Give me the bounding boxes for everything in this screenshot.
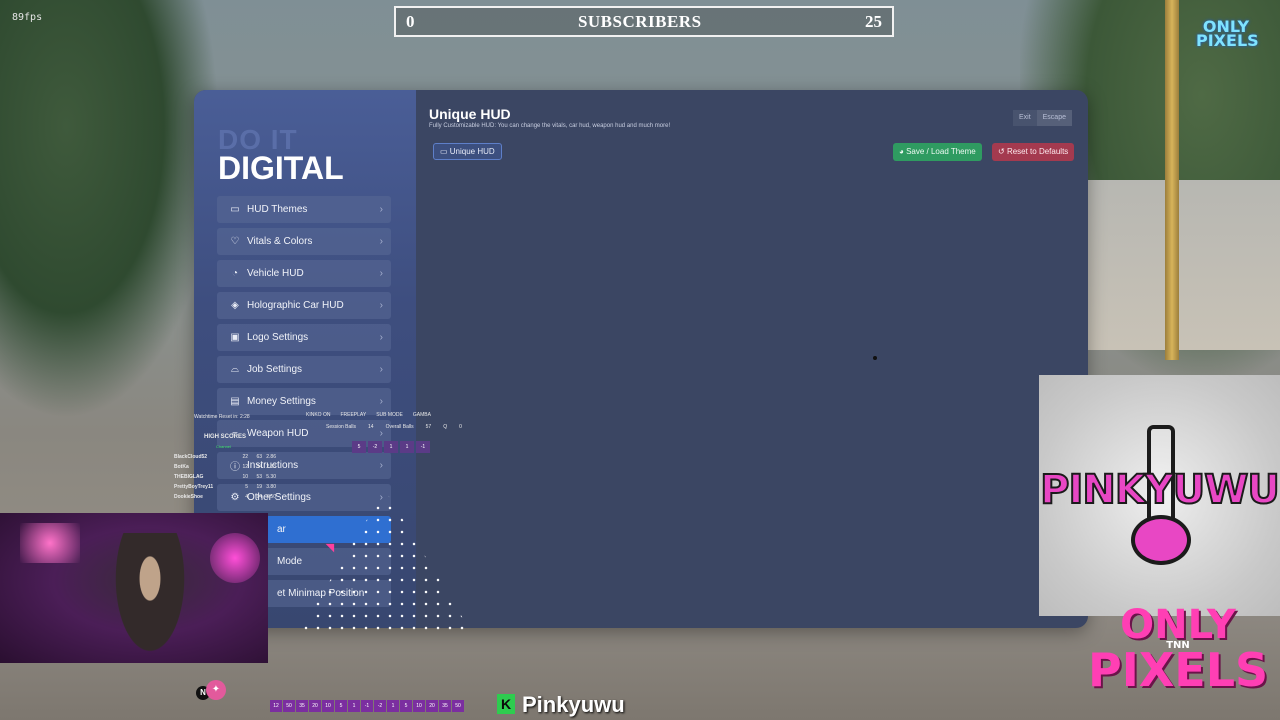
- sidebar-item-label: Vitals & Colors: [247, 236, 313, 247]
- sidebar-item-vehicle-hud[interactable]: ◔ Vehicle HUD ›: [217, 260, 391, 287]
- subscribers-current: 0: [406, 11, 415, 31]
- fps-counter: 89fps: [12, 12, 43, 23]
- q-value: 0: [459, 424, 462, 430]
- score-chip: -2: [368, 441, 382, 453]
- crosshair-dot: [873, 356, 877, 360]
- neon-light: [20, 523, 80, 563]
- tab-unique-hud[interactable]: ▭ Unique HUD: [433, 143, 502, 160]
- page-subtitle: Fully Customizable HUD: You can change t…: [429, 123, 671, 129]
- score-chip: 1: [384, 441, 398, 453]
- page-title: Unique HUD: [429, 106, 511, 122]
- overall-balls-value: 57: [425, 424, 432, 430]
- score-chip: -1: [416, 441, 430, 453]
- table-row: THEBIGLAG 10 53 5.30: [174, 474, 276, 480]
- sidebar-item-hud-themes[interactable]: ▭ HUD Themes ›: [217, 196, 391, 223]
- money-icon: ▤: [230, 396, 240, 407]
- runner-icon: ✦: [206, 680, 226, 700]
- chevron-right-icon: ›: [379, 300, 383, 311]
- pinkyuwu-logo-box: PINKYUWU: [1039, 375, 1280, 616]
- house-right: [1080, 180, 1280, 350]
- kick-icon: K: [497, 694, 515, 714]
- sidebar-item-job-settings[interactable]: ⌓ Job Settings ›: [217, 356, 391, 383]
- table-row: PrettyBoyTrey11 5 19 3.80: [174, 484, 276, 490]
- chevron-right-icon: ›: [379, 268, 383, 279]
- sidebar-item-label: Logo Settings: [247, 332, 309, 343]
- high-scores-channel: Channel: [216, 444, 231, 449]
- table-row: DookieShoe 4 14 3.50: [174, 494, 276, 500]
- chevron-right-icon: ›: [379, 396, 383, 407]
- reset-label: Reset to Defaults: [1006, 147, 1069, 156]
- streamer-figure: [110, 533, 190, 663]
- palette-icon: ◕: [899, 147, 907, 156]
- neon-light: [210, 533, 260, 583]
- subscribers-label: SUBSCRIBERS: [577, 11, 702, 31]
- high-scores-title: HIGH SCORES: [204, 434, 247, 440]
- score-chip: 1: [400, 441, 414, 453]
- gamba-status: GAMBA: [412, 412, 431, 418]
- sidebar-item-label: HUD Themes: [247, 204, 308, 215]
- main-content: Unique HUD Fully Customizable HUD: You c…: [429, 90, 1088, 628]
- high-scores-table: BlackCloud52 22 63 2.86 BotKa 12 34 2.83…: [174, 454, 276, 504]
- only-pixels-corner-logo: ONLY PIXELS: [1196, 17, 1259, 51]
- sidebar-item-label: Holographic Car HUD: [247, 300, 344, 311]
- chevron-right-icon: ›: [379, 332, 383, 343]
- mode-status-row: KINKO ON FREEPLAY SUB MODE GAMBA: [306, 412, 431, 418]
- watchtime-text: Watchtime Reset in: 2:28: [194, 414, 250, 420]
- chevron-right-icon: ›: [379, 236, 383, 247]
- session-balls-value: 14: [368, 424, 374, 430]
- table-row: BlackCloud52 22 63 2.86: [174, 454, 276, 460]
- speedometer-icon: ◔: [231, 268, 239, 279]
- undo-icon: ↺: [998, 147, 1007, 156]
- image-icon: ▣: [230, 332, 240, 343]
- tree-left: [0, 0, 220, 420]
- sidebar-item-logo-settings[interactable]: ▣ Logo Settings ›: [217, 324, 391, 351]
- sidebar-item-holographic-car-hud[interactable]: ◈ Holographic Car HUD ›: [217, 292, 391, 319]
- chevron-right-icon: ›: [379, 204, 383, 215]
- session-balls-label: Session Balls: [326, 424, 357, 430]
- kinko-status: KINKO ON: [306, 412, 331, 418]
- monitor-icon: ▭: [440, 147, 450, 156]
- sidebar-item-label: Money Settings: [247, 396, 316, 407]
- sidebar-item-label: ar: [277, 524, 286, 535]
- sidebar-item-vitals-colors[interactable]: ♡ Vitals & Colors ›: [217, 228, 391, 255]
- score-chips: 5 -2 1 1 -1: [352, 441, 430, 453]
- chevron-right-icon: ›: [379, 364, 383, 375]
- subscribers-goal: 25: [864, 11, 882, 31]
- monitor-icon: ▭: [230, 204, 240, 215]
- reset-defaults-button[interactable]: ↺ Reset to Defaults: [992, 143, 1075, 161]
- tab-label: Unique HUD: [449, 147, 495, 156]
- subscriber-goal-bar: 0 SUBSCRIBERS 25: [394, 6, 894, 37]
- exit-group: Exit Escape: [1012, 110, 1072, 126]
- webcam-feed: [0, 513, 268, 663]
- lamp-post: [1165, 0, 1179, 360]
- submode-status: SUB MODE: [376, 412, 403, 418]
- sidebar-item-label: Vehicle HUD: [247, 268, 304, 279]
- stream-stats-overlay: Watchtime Reset in: 2:28 KINKO ON FREEPL…: [172, 408, 482, 508]
- table-row: BotKa 12 34 2.83: [174, 464, 276, 470]
- escape-key-hint: Escape: [1036, 110, 1072, 126]
- q-label: Q: [443, 424, 448, 430]
- helmet-icon: ⌓: [231, 364, 239, 375]
- bong-bowl-graphic: [1131, 515, 1191, 565]
- freeplay-status: FREEPLAY: [340, 412, 367, 418]
- exit-button[interactable]: Exit: [1012, 110, 1037, 126]
- pinkyuwu-logo-text: PINKYUWU: [1039, 466, 1280, 514]
- overall-balls-label: Overall Balls: [385, 424, 414, 430]
- score-chip: 5: [352, 441, 366, 453]
- channel-name: Pinkyuwu: [522, 692, 625, 717]
- plinko-multiplier-strip: 12 50 35 20 10 5 1 -1 -2 1 5 10 20 35 50: [270, 700, 464, 712]
- sidebar-item-label: Mode: [277, 556, 303, 567]
- cube-icon: ◈: [231, 300, 239, 311]
- save-load-theme-button[interactable]: ◕ Save / Load Theme: [893, 143, 982, 161]
- brand-logo: DO IT DIGITAL: [218, 124, 344, 184]
- session-row: Session Balls 14 Overall Balls 57 Q 0: [326, 424, 462, 430]
- sidebar-item-label: Job Settings: [247, 364, 303, 375]
- only-pixels-logo: ONLY TNN PIXELS: [1088, 602, 1269, 697]
- save-label: Save / Load Theme: [906, 147, 976, 156]
- heart-icon: ♡: [230, 236, 240, 247]
- brand-bottom: DIGITAL: [218, 150, 344, 186]
